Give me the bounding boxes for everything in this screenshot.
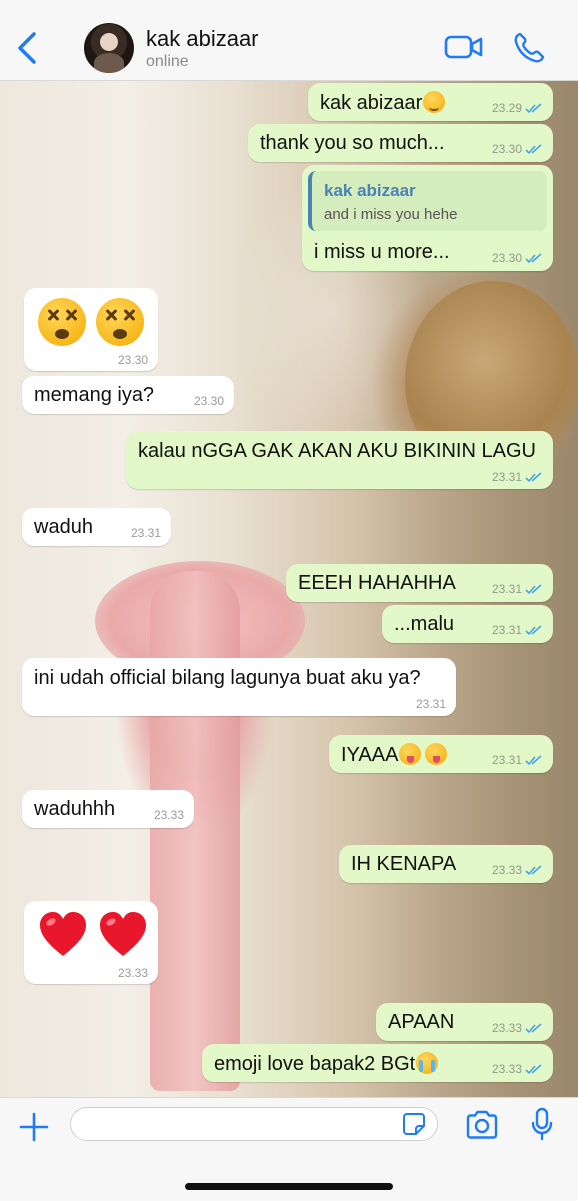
- message-time: 23.33: [153, 808, 184, 822]
- quoted-message[interactable]: kak abizaar and i miss you hehe: [308, 171, 547, 231]
- message-bubble-outgoing[interactable]: IYAAA 23.31: [329, 735, 553, 773]
- message-bubble-outgoing[interactable]: emoji love bapak2 BGt 23.33: [202, 1044, 553, 1082]
- read-ticks-icon: [525, 1022, 542, 1033]
- message-bubble-incoming[interactable]: waduhhh 23.33: [22, 790, 194, 828]
- smiling-tear-emoji-icon: [423, 91, 446, 113]
- message-time: 23.33: [491, 1062, 522, 1076]
- message-bubble-outgoing[interactable]: ...malu 23.31: [382, 605, 553, 643]
- message-bubble-outgoing[interactable]: IH KENAPA 23.33: [339, 845, 553, 883]
- plus-icon[interactable]: [18, 1111, 50, 1143]
- read-ticks-icon: [525, 754, 542, 765]
- message-text: APAAN: [388, 1011, 455, 1033]
- wallpaper-ribbon: [150, 571, 240, 1091]
- message-bubble-incoming[interactable]: ini udah official bilang lagunya buat ak…: [22, 658, 456, 716]
- message-bubble-outgoing[interactable]: thank you so much... 23.30: [248, 124, 553, 162]
- sticker-icon[interactable]: [402, 1112, 426, 1136]
- message-text: emoji love bapak2 BGt: [214, 1053, 416, 1075]
- message-time: 23.30: [491, 142, 522, 156]
- message-time: 23.31: [491, 470, 522, 484]
- read-ticks-icon: [525, 471, 542, 482]
- avatar[interactable]: [84, 23, 134, 73]
- message-text: kalau nGGA GAK AKAN AKU BIKININ LAGU: [138, 440, 536, 462]
- message-text: ini udah official bilang lagunya buat ak…: [34, 667, 421, 689]
- message-bubble-outgoing-reply[interactable]: kak abizaar and i miss you hehe i miss u…: [302, 165, 553, 271]
- camera-icon[interactable]: [465, 1110, 499, 1140]
- message-bubble-incoming-emoji[interactable]: 23.33: [24, 901, 158, 984]
- message-time: 23.29: [491, 101, 522, 115]
- message-text: IH KENAPA: [351, 853, 457, 875]
- microphone-icon[interactable]: [530, 1107, 554, 1141]
- composer-bar: [0, 1097, 578, 1201]
- message-time: 23.30: [117, 353, 148, 367]
- chat-header: kak abizaar online: [0, 0, 578, 81]
- loudly-crying-emoji-icon: [416, 1052, 439, 1074]
- message-time: 23.33: [117, 966, 148, 980]
- red-heart-emoji-icon: [38, 911, 88, 959]
- message-text: i miss u more...: [314, 241, 450, 263]
- message-text: waduhhh: [34, 798, 116, 820]
- message-time: 23.31: [491, 582, 522, 596]
- red-heart-emoji-icon: [98, 911, 148, 959]
- read-ticks-icon: [525, 624, 542, 635]
- message-input[interactable]: [70, 1107, 438, 1141]
- dizzy-face-emoji-icon: [38, 298, 86, 346]
- quote-text: and i miss you hehe: [324, 206, 458, 223]
- message-bubble-outgoing[interactable]: kak abizaar 23.29: [308, 83, 553, 121]
- read-ticks-icon: [525, 143, 542, 154]
- tongue-emoji-icon: [425, 743, 448, 765]
- message-bubble-outgoing[interactable]: APAAN 23.33: [376, 1003, 553, 1041]
- message-bubble-incoming-emoji[interactable]: 23.30: [24, 288, 158, 371]
- message-text: thank you so much...: [260, 132, 445, 154]
- phone-icon[interactable]: [512, 31, 546, 65]
- message-bubble-outgoing[interactable]: EEEH HAHAHHA 23.31: [286, 564, 553, 602]
- contact-status: online: [146, 53, 189, 70]
- read-ticks-icon: [525, 252, 542, 263]
- home-indicator: [185, 1183, 393, 1190]
- message-text: kak abizaar: [320, 92, 423, 114]
- message-time: 23.31: [491, 623, 522, 637]
- back-chevron-icon[interactable]: [14, 30, 42, 66]
- message-time: 23.33: [491, 863, 522, 877]
- message-bubble-incoming[interactable]: waduh 23.31: [22, 508, 171, 546]
- message-text: IYAAA: [341, 744, 399, 766]
- read-ticks-icon: [525, 1063, 542, 1074]
- message-bubble-outgoing[interactable]: kalau nGGA GAK AKAN AKU BIKININ LAGU 23.…: [126, 431, 553, 489]
- quote-author: kak abizaar: [324, 181, 416, 200]
- message-bubble-incoming[interactable]: memang iya? 23.30: [22, 376, 234, 414]
- message-text: memang iya?: [34, 384, 155, 406]
- message-time: 23.31: [130, 526, 161, 540]
- message-time: 23.31: [491, 753, 522, 767]
- message-time: 23.30: [193, 394, 224, 408]
- read-ticks-icon: [525, 102, 542, 113]
- tongue-emoji-icon: [399, 743, 422, 765]
- message-time: 23.30: [491, 251, 522, 265]
- dizzy-face-emoji-icon: [96, 298, 144, 346]
- message-text: waduh: [34, 516, 93, 538]
- message-text: ...malu: [394, 613, 455, 635]
- video-camera-icon[interactable]: [444, 34, 484, 60]
- message-text: EEEH HAHAHHA: [298, 572, 456, 594]
- message-time: 23.33: [491, 1021, 522, 1035]
- contact-name[interactable]: kak abizaar: [146, 26, 259, 52]
- read-ticks-icon: [525, 583, 542, 594]
- message-time: 23.31: [415, 697, 446, 711]
- read-ticks-icon: [525, 864, 542, 875]
